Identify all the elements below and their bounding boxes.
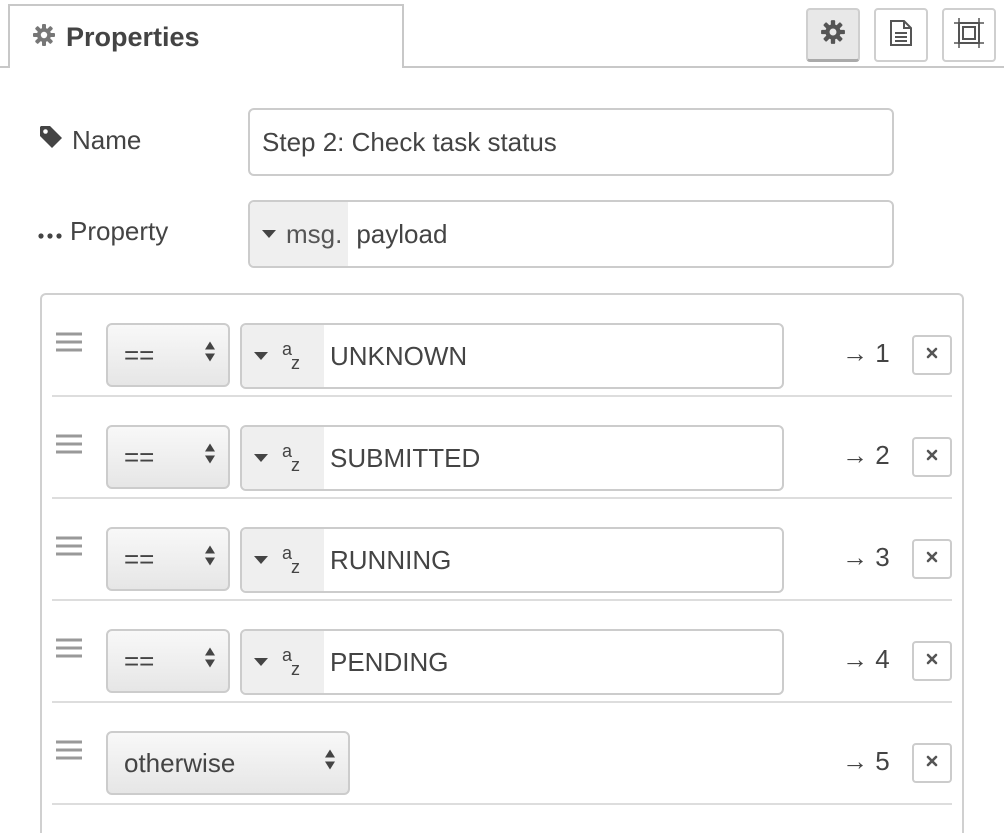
gear-icon xyxy=(32,23,56,52)
string-type-icon: az xyxy=(282,339,300,373)
operator-select[interactable]: otherwise xyxy=(106,731,350,795)
caret-down-icon xyxy=(254,352,268,360)
property-label: Property xyxy=(70,216,169,246)
string-type-icon: az xyxy=(282,543,300,577)
rule-value-input[interactable]: az RUNNING xyxy=(240,527,784,593)
drag-handle-icon[interactable] xyxy=(56,740,82,767)
delete-rule-button[interactable] xyxy=(912,539,952,579)
operator-label: otherwise xyxy=(124,747,236,778)
ellipsis-icon xyxy=(38,216,62,247)
drag-handle-icon[interactable] xyxy=(56,536,82,563)
rule-row: == az SUBMITTED → 2 xyxy=(52,397,952,499)
value-type-button[interactable]: az xyxy=(242,427,324,489)
close-icon xyxy=(926,652,938,670)
frame-icon xyxy=(953,17,985,54)
operator-label: == xyxy=(124,339,155,370)
name-input[interactable]: Step 2: Check task status xyxy=(248,108,894,176)
caret-down-icon xyxy=(254,556,268,564)
operator-select[interactable]: == xyxy=(106,527,230,591)
operator-select[interactable]: == xyxy=(106,323,230,387)
property-type-button[interactable]: msg. xyxy=(250,202,349,266)
output-port-label: → 5 xyxy=(842,746,890,776)
output-port-label: → 3 xyxy=(842,542,890,572)
property-input[interactable]: msg. payload xyxy=(248,200,894,268)
rule-row: == az RUNNING → 3 xyxy=(52,499,952,601)
drag-handle-icon[interactable] xyxy=(56,638,82,665)
rule-value-input[interactable]: az PENDING xyxy=(240,629,784,695)
node-appearance-button[interactable] xyxy=(942,8,996,62)
caret-down-icon xyxy=(262,230,276,238)
rule-row: == az PENDING → 4 xyxy=(52,601,952,703)
caret-down-icon xyxy=(254,658,268,666)
close-icon xyxy=(926,754,938,772)
rule-row: otherwise → 5 xyxy=(52,703,952,805)
select-arrows-icon xyxy=(204,441,216,474)
rule-value: RUNNING xyxy=(330,544,452,575)
value-type-button[interactable]: az xyxy=(242,325,324,387)
string-type-icon: az xyxy=(282,645,300,679)
rules-list: == az UNKNOWN → 1 == a z SUBMITTED → 2 =… xyxy=(40,293,964,833)
close-icon xyxy=(926,448,938,466)
operator-label: == xyxy=(124,645,155,676)
delete-rule-button[interactable] xyxy=(912,641,952,681)
rule-value: SUBMITTED xyxy=(330,442,481,473)
drag-handle-icon[interactable] xyxy=(56,332,82,359)
value-type-button[interactable]: az xyxy=(242,631,324,693)
select-arrows-icon xyxy=(204,645,216,678)
rule-value-input[interactable]: az UNKNOWN xyxy=(240,323,784,389)
select-arrows-icon xyxy=(204,339,216,372)
property-value: payload xyxy=(356,218,448,249)
property-row-label: Property xyxy=(38,216,168,247)
close-icon xyxy=(926,346,938,364)
tab-properties[interactable]: Properties xyxy=(8,4,404,68)
rule-value-input[interactable]: az SUBMITTED xyxy=(240,425,784,491)
value-type-button[interactable]: az xyxy=(242,529,324,591)
rule-row: == az UNKNOWN → 1 xyxy=(52,295,952,397)
close-icon xyxy=(926,550,938,568)
caret-down-icon xyxy=(254,454,268,462)
tag-icon xyxy=(38,124,64,157)
operator-select[interactable]: == xyxy=(106,425,230,489)
select-arrows-icon xyxy=(324,747,336,780)
operator-label: == xyxy=(124,543,155,574)
string-type-icon: az xyxy=(282,441,300,475)
name-label: Name xyxy=(72,125,142,155)
tab-label: Properties xyxy=(66,21,200,52)
name-row-label: Name xyxy=(38,124,141,157)
gear-icon xyxy=(820,19,846,50)
output-port-label: → 1 xyxy=(842,338,890,368)
node-description-button[interactable] xyxy=(874,8,928,62)
rule-value: PENDING xyxy=(330,646,449,677)
node-properties-button[interactable] xyxy=(806,8,860,62)
drag-handle-icon[interactable] xyxy=(56,434,82,461)
delete-rule-button[interactable] xyxy=(912,743,952,783)
output-port-label: → 2 xyxy=(842,440,890,470)
operator-select[interactable]: == xyxy=(106,629,230,693)
select-arrows-icon xyxy=(204,543,216,576)
operator-label: == xyxy=(124,441,155,472)
rule-value: UNKNOWN xyxy=(330,340,468,371)
document-icon xyxy=(888,19,914,52)
delete-rule-button[interactable] xyxy=(912,437,952,477)
delete-rule-button[interactable] xyxy=(912,335,952,375)
output-port-label: → 4 xyxy=(842,644,890,674)
properties-panel: Name Step 2: Check task status Property … xyxy=(0,68,1004,833)
tab-bar: Properties xyxy=(0,0,1004,68)
property-type-label: msg. xyxy=(286,218,343,249)
